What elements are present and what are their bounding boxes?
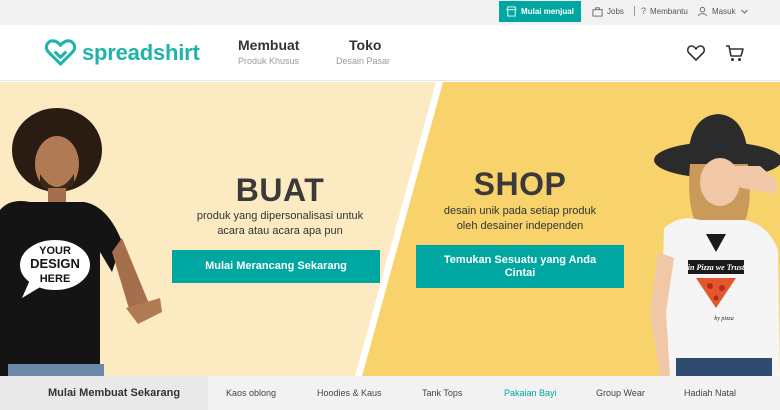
hero-banner: YOUR DESIGN HERE in Pizza we Trust by pi… <box>0 82 780 376</box>
nav-shop[interactable]: Toko Desain Pasar <box>336 37 390 66</box>
shop-description: desain unik pada setiap produk oleh desa… <box>405 204 635 234</box>
nav-shop-subtitle: Desain Pasar <box>336 56 391 66</box>
store-icon <box>506 6 517 17</box>
main-header: spreadshirt Membuat Produk Khusus Toko D… <box>0 25 780 81</box>
shop-description-line2: oleh desainer independen <box>456 220 584 232</box>
logo-text: spreadshirt <box>82 39 200 65</box>
start-creating-category[interactable]: Mulai Membuat Sekarang <box>0 376 208 410</box>
category-t-shirts[interactable]: Kaos oblong <box>226 376 276 410</box>
create-title: BUAT <box>235 172 325 208</box>
model-left-image: YOUR DESIGN HERE <box>0 108 162 376</box>
start-selling-label: Mulai menjual <box>521 7 574 16</box>
start-selling-button[interactable]: Mulai menjual <box>499 1 581 22</box>
chevron-down-icon <box>740 9 748 14</box>
login-label: Masuk <box>712 6 736 16</box>
login-link[interactable]: Masuk <box>697 0 749 22</box>
wishlist-heart-icon[interactable] <box>686 43 706 63</box>
briefcase-icon <box>592 6 603 17</box>
start-designing-button[interactable]: Mulai Merancang Sekarang <box>172 250 380 283</box>
help-icon: ? <box>641 6 647 16</box>
model-right-image: in Pizza we Trust by pizza <box>650 114 780 376</box>
shirt-text-line3: HERE <box>40 273 71 285</box>
help-label: Membantu <box>650 6 688 16</box>
nav-shop-title: Toko <box>349 37 382 53</box>
user-icon <box>697 6 708 16</box>
nav-create-subtitle: Produk Khusus <box>238 56 300 66</box>
heart-logo-icon <box>45 39 76 66</box>
help-link[interactable]: ? Membantu <box>641 0 688 22</box>
jobs-label: Jobs <box>607 6 624 16</box>
nav-create[interactable]: Membuat Produk Khusus <box>238 37 299 66</box>
category-baby-clothing[interactable]: Pakaian Bayi <box>504 376 557 410</box>
create-description: produk yang dipersonalisasi untuk acara … <box>165 209 395 239</box>
shirt-design-text: in Pizza we Trust <box>688 263 745 272</box>
find-something-button[interactable]: Temukan Sesuatu yang Anda Cintai <box>416 245 624 288</box>
jobs-link[interactable]: Jobs <box>592 0 624 22</box>
nav-create-title: Membuat <box>238 37 300 53</box>
spreadshirt-logo[interactable]: spreadshirt <box>45 39 200 66</box>
create-description-line1: produk yang dipersonalisasi untuk <box>196 210 364 222</box>
divider <box>634 6 635 16</box>
category-bar: Mulai Membuat Sekarang Kaos oblong Hoodi… <box>0 376 780 410</box>
utility-bar: Mulai menjual Jobs ? Membantu Masuk <box>0 0 780 25</box>
find-something-label-line2: Cintai <box>504 266 536 279</box>
shop-description-line1: desain unik pada setiap produk <box>443 205 597 217</box>
create-description-line2: acara atau acara apa pun <box>217 225 343 237</box>
find-something-label-line1: Temukan Sesuatu yang Anda <box>443 253 597 266</box>
category-christmas-gifts[interactable]: Hadiah Natal <box>684 376 736 410</box>
category-tank-tops[interactable]: Tank Tops <box>422 376 462 410</box>
cart-icon[interactable] <box>725 43 745 63</box>
shirt-design-subtext: by pizza <box>714 316 734 322</box>
shop-title: SHOP <box>473 166 567 202</box>
shirt-text-line2: DESIGN <box>30 256 80 271</box>
category-hoodies[interactable]: Hoodies & Kaus <box>317 376 382 410</box>
category-group-wear[interactable]: Group Wear <box>596 376 645 410</box>
